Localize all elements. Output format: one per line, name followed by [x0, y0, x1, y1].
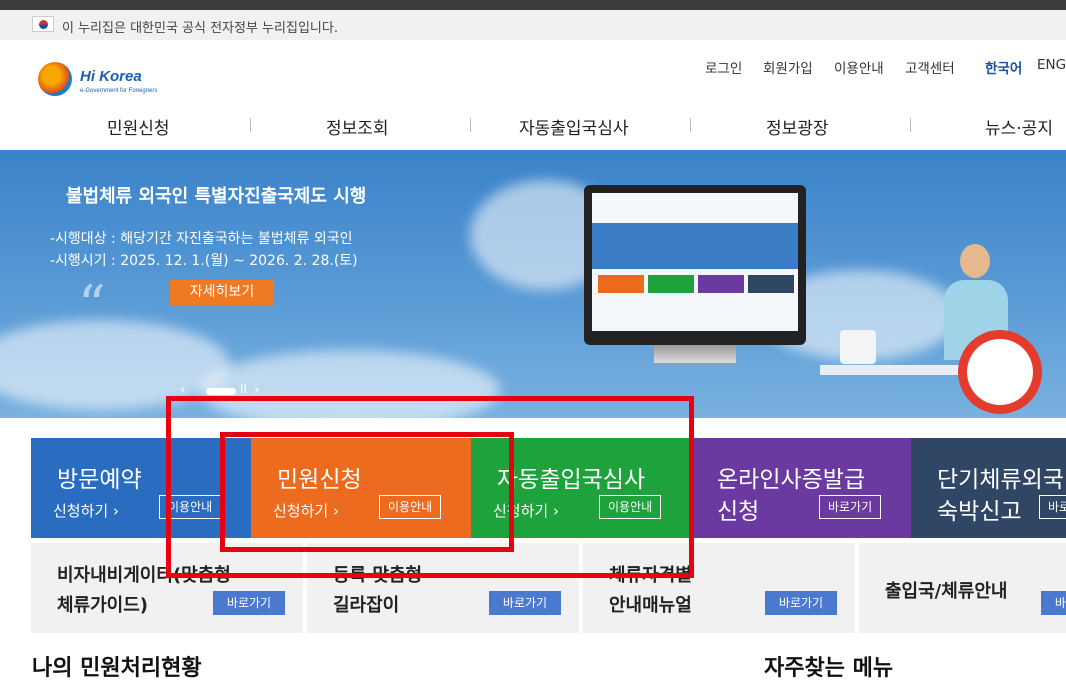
tile-apply-link[interactable]: 신청하기 › [53, 500, 119, 521]
guide-title-line2: 체류가이드) [57, 595, 149, 616]
banner-title: 불법체류 외국인 특별자진출국제도 시행 [66, 186, 367, 207]
gnb-info-lookup[interactable]: 정보조회 [326, 114, 389, 139]
guide-title-line2: 길라잡이 [333, 595, 400, 616]
tile-online-visa[interactable]: 온라인사증발급 신청 바로가기 [691, 438, 911, 538]
tile-title: 온라인사증발급 [717, 467, 866, 493]
guide-links: 비자내비게이터(맞춤형 체류가이드) 바로가기 등록 맞춤형 길라잡이 바로가기… [0, 543, 1066, 633]
main-banner: 불법체류 외국인 특별자진출국제도 시행 -시행대상 : 해당기간 자진출국하는… [0, 150, 1066, 418]
guide-title-line1: 체류자격별 [609, 565, 692, 586]
main-navigation: 민원신청 정보조회 자동출입국심사 정보광장 뉴스·공지 [0, 108, 1066, 148]
banner-period: -시행시기 : 2025. 12. 1.(월) ~ 2026. 2. 28.(토… [50, 253, 358, 269]
lang-korean[interactable]: 한국어 [985, 57, 1022, 77]
tile-title: 방문예약 [57, 467, 142, 493]
tile-guide-button[interactable]: 이용안내 [159, 495, 222, 519]
gnb-divider [910, 118, 911, 132]
desk-shelf [820, 365, 960, 375]
banner-pager: ‹ II › [180, 382, 260, 398]
gnb-divider [470, 118, 471, 132]
pager-pause-button[interactable]: II [240, 382, 247, 396]
gnb-news-notice[interactable]: 뉴스·공지 [985, 114, 1053, 139]
guide-title-line1: 등록 맞춤형 [333, 565, 423, 586]
quick-service-tiles: 방문예약 신청하기 › 이용안내 민원신청 신청하기 › 이용안내 자동출입국심… [0, 438, 1066, 538]
logo-mark-icon [38, 62, 72, 96]
guide-shortcut-button[interactable]: 바로가기 [1041, 591, 1066, 615]
gnb-info-plaza[interactable]: 정보광장 [766, 114, 829, 139]
my-application-status-title: 나의 민원처리현황 [32, 656, 202, 681]
alarm-clock-illustration [958, 330, 1042, 414]
guide-registration[interactable]: 등록 맞춤형 길라잡이 바로가기 [307, 543, 579, 633]
tile-apply-link[interactable]: 신청하기 › [493, 500, 559, 521]
customer-center-link[interactable]: 고객센터 [905, 57, 955, 77]
frequent-menu-title: 자주찾는 메뉴 [764, 656, 894, 681]
guide-immigration-info[interactable]: 출입국/체류안내 바로가기 [859, 543, 1066, 633]
tile-shortcut-button[interactable]: 바로가기 [819, 495, 882, 519]
browser-top-edge [0, 0, 1066, 10]
gov-notice-bar: 이 누리집은 대한민국 공식 전자정부 누리집입니다. [0, 10, 1066, 40]
guide-shortcut-button[interactable]: 바로가기 [213, 591, 285, 615]
guide-title-line1: 출입국/체류안내 [885, 581, 1008, 602]
tile-title: 자동출입국심사 [497, 467, 646, 493]
login-link[interactable]: 로그인 [705, 57, 742, 77]
tile-title-line2: 신청 [717, 499, 760, 525]
guide-shortcut-button[interactable]: 바로가기 [489, 591, 561, 615]
banner-target: -시행대상 : 해당기간 자진출국하는 불법체류 외국인 [50, 231, 353, 247]
lang-english[interactable]: ENG [1037, 57, 1066, 73]
pager-indicator [206, 388, 236, 395]
guide-shortcut-button[interactable]: 바로가기 [765, 591, 837, 615]
tile-shortcut-button[interactable]: 바로가기 [1039, 495, 1066, 519]
guide-visa-navigator[interactable]: 비자내비게이터(맞춤형 체류가이드) 바로가기 [31, 543, 303, 633]
korea-flag-icon [32, 16, 54, 32]
gov-notice-text: 이 누리집은 대한민국 공식 전자정부 누리집입니다. [62, 21, 338, 36]
banner-more-button[interactable]: 자세히보기 [170, 280, 274, 305]
guide-title-line1: 비자내비게이터(맞춤형 [57, 565, 231, 586]
pager-next-button[interactable]: › [254, 382, 260, 398]
tile-title: 민원신청 [277, 467, 362, 493]
guide-stay-status-manual[interactable]: 체류자격별 안내매뉴얼 바로가기 [583, 543, 855, 633]
gnb-divider [690, 118, 691, 132]
cloud-decoration [0, 320, 230, 410]
gnb-divider [250, 118, 251, 132]
plant-pot [840, 330, 876, 364]
hikorea-logo[interactable]: Hi Korea e-Government for Foreigners [36, 60, 158, 100]
guide-title-line2: 안내매뉴얼 [609, 595, 692, 616]
logo-subtitle: e-Government for Foreigners [80, 88, 158, 94]
signup-link[interactable]: 회원가입 [763, 57, 813, 77]
tile-auto-immigration[interactable]: 자동출입국심사 신청하기 › 이용안내 [471, 438, 691, 538]
pager-prev-button[interactable]: ‹ [180, 382, 186, 398]
logo-name: Hi Korea [80, 68, 142, 85]
usage-guide-link[interactable]: 이용안내 [834, 57, 884, 77]
tile-civil-application[interactable]: 민원신청 신청하기 › 이용안내 [251, 438, 471, 538]
monitor-illustration [584, 185, 806, 363]
tile-apply-link[interactable]: 신청하기 › [273, 500, 339, 521]
tile-title-line2: 숙박신고 [937, 499, 1022, 525]
gnb-auto-immigration[interactable]: 자동출입국심사 [519, 114, 628, 139]
tile-guide-button[interactable]: 이용안내 [599, 495, 662, 519]
tile-guide-button[interactable]: 이용안내 [379, 495, 442, 519]
tile-short-stay-lodging[interactable]: 단기체류외국 숙박신고 바로가기 [911, 438, 1066, 538]
gnb-civil-application[interactable]: 민원신청 [107, 114, 170, 139]
quote-mark-icon: “ [78, 274, 106, 337]
tile-title: 단기체류외국 [937, 467, 1064, 493]
tile-visit-reservation[interactable]: 방문예약 신청하기 › 이용안내 [31, 438, 251, 538]
